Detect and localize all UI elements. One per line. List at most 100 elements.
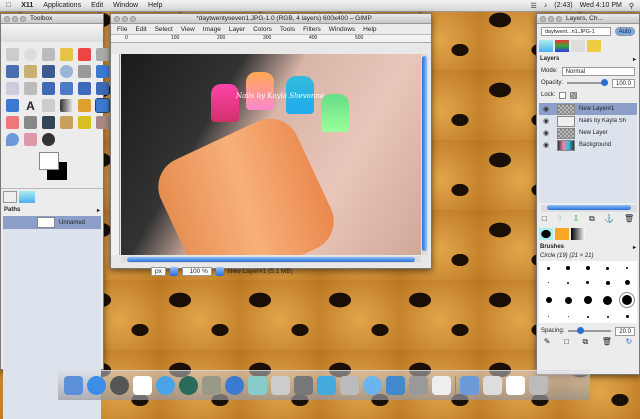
layers-hscroll[interactable] bbox=[541, 205, 637, 212]
brush-swatch[interactable] bbox=[603, 295, 613, 305]
lower-layer-icon[interactable]: ⇩ bbox=[573, 214, 580, 226]
duplicate-brush-icon[interactable]: ⧉ bbox=[582, 337, 588, 349]
rotate-tool[interactable] bbox=[42, 82, 55, 95]
mode-select[interactable]: Normal bbox=[561, 66, 635, 76]
eraser-tool[interactable] bbox=[6, 116, 19, 129]
align-tool[interactable] bbox=[6, 82, 19, 95]
tab-patterns[interactable] bbox=[555, 228, 569, 240]
auto-button[interactable]: Auto bbox=[614, 26, 635, 36]
tab-undo[interactable] bbox=[587, 40, 601, 52]
heal-tool[interactable] bbox=[78, 116, 91, 129]
stack-icon[interactable] bbox=[506, 376, 525, 395]
tab-paths[interactable] bbox=[19, 191, 35, 203]
visibility-eye-icon[interactable]: ◉ bbox=[543, 129, 553, 137]
image-canvas[interactable]: Nails by Kayla Shevonne bbox=[121, 54, 421, 255]
measure-tool[interactable] bbox=[78, 65, 91, 78]
close-button[interactable] bbox=[114, 15, 120, 22]
menu-x11[interactable]: X11 bbox=[21, 2, 33, 9]
color-picker-tool[interactable] bbox=[42, 65, 55, 78]
calendar-icon[interactable] bbox=[133, 376, 152, 395]
zoom-tool[interactable] bbox=[60, 65, 73, 78]
panel-menu-icon[interactable]: ▸ bbox=[97, 207, 100, 214]
app-icon[interactable] bbox=[409, 376, 428, 395]
fuzzy-select-tool[interactable] bbox=[60, 48, 73, 61]
path-item[interactable]: Unnamed bbox=[3, 216, 101, 229]
brush-swatch[interactable] bbox=[586, 281, 590, 284]
duplicate-layer-icon[interactable]: ⧉ bbox=[589, 214, 595, 226]
scissors-tool[interactable] bbox=[96, 48, 109, 61]
bucket-fill-tool[interactable] bbox=[42, 99, 55, 112]
zoom-field[interactable]: 100 % bbox=[181, 267, 212, 276]
app-icon[interactable] bbox=[386, 376, 405, 395]
itunes-icon[interactable] bbox=[225, 376, 244, 395]
layer-row[interactable]: ◉ Background bbox=[539, 139, 637, 151]
visibility-eye-icon[interactable]: ◉ bbox=[543, 117, 553, 125]
brush-swatch[interactable] bbox=[585, 266, 590, 270]
unit-spinner[interactable] bbox=[169, 267, 178, 276]
opacity-field[interactable]: 100.0 bbox=[611, 78, 635, 88]
menu-edit[interactable]: Edit bbox=[135, 26, 146, 33]
brush-swatch[interactable] bbox=[605, 280, 610, 285]
volume-icon[interactable]: ♪ bbox=[544, 2, 548, 10]
smudge-tool[interactable] bbox=[24, 133, 37, 146]
foreground-select-tool[interactable] bbox=[6, 65, 19, 78]
app-store-icon[interactable] bbox=[87, 376, 106, 395]
anchor-icon[interactable]: ⚓ bbox=[604, 214, 614, 226]
close-button[interactable] bbox=[4, 15, 10, 22]
paintbrush-tool[interactable] bbox=[95, 98, 110, 113]
minimize-button[interactable] bbox=[548, 15, 554, 22]
menu-help[interactable]: Help bbox=[148, 2, 162, 9]
tab-channels[interactable] bbox=[555, 40, 569, 52]
zoom-button[interactable] bbox=[130, 15, 136, 22]
brush-swatch[interactable] bbox=[626, 267, 629, 269]
move-tool[interactable] bbox=[96, 65, 109, 78]
brush-swatch[interactable] bbox=[547, 266, 551, 270]
horizontal-ruler[interactable]: 0 100 200 300 400 500 bbox=[111, 35, 431, 43]
menu-image[interactable]: Image bbox=[203, 26, 221, 33]
ink-tool[interactable] bbox=[42, 116, 55, 129]
brush-swatch[interactable] bbox=[567, 316, 569, 317]
layer-row[interactable]: ◉ New Layer#1 bbox=[539, 103, 637, 115]
brush-grid[interactable] bbox=[539, 261, 637, 323]
menu-windows[interactable]: Windows bbox=[329, 26, 355, 33]
time-machine-icon[interactable] bbox=[179, 376, 198, 395]
app-icon[interactable] bbox=[317, 376, 336, 395]
spacing-field[interactable]: 20.0 bbox=[615, 326, 635, 336]
brush-swatch[interactable] bbox=[624, 280, 630, 285]
dodge-burn-tool[interactable] bbox=[42, 133, 55, 146]
menu-filters[interactable]: Filters bbox=[303, 26, 321, 33]
minimize-button[interactable] bbox=[122, 15, 128, 22]
visibility-eye-icon[interactable]: ◉ bbox=[543, 105, 553, 113]
new-layer-icon[interactable]: □ bbox=[542, 214, 547, 226]
menu-file[interactable]: File bbox=[117, 26, 127, 33]
foreground-color[interactable] bbox=[39, 152, 59, 170]
scale-tool[interactable] bbox=[60, 82, 73, 95]
app-icon[interactable] bbox=[340, 376, 359, 395]
brush-swatch[interactable] bbox=[619, 292, 636, 308]
spacing-slider[interactable] bbox=[568, 327, 612, 334]
opacity-slider[interactable] bbox=[567, 79, 608, 86]
brush-swatch[interactable] bbox=[583, 296, 592, 304]
brush-swatch[interactable] bbox=[586, 315, 589, 318]
new-brush-icon[interactable]: □ bbox=[564, 337, 569, 349]
app-icon[interactable] bbox=[248, 376, 267, 395]
brush-swatch[interactable] bbox=[606, 315, 609, 318]
crop-tool[interactable] bbox=[24, 82, 37, 95]
menu-edit[interactable]: Edit bbox=[91, 2, 103, 9]
menu-view[interactable]: View bbox=[181, 26, 195, 33]
tab-tool-options[interactable] bbox=[3, 191, 17, 203]
lock-alpha-checkbox[interactable] bbox=[570, 91, 578, 99]
app-icon[interactable] bbox=[271, 376, 290, 395]
menu-applications[interactable]: Applications bbox=[43, 2, 81, 9]
visibility-eye-icon[interactable]: ◉ bbox=[543, 141, 553, 149]
edit-brush-icon[interactable]: ✎ bbox=[544, 337, 551, 349]
layer-row[interactable]: ◉ Nails by Kayla Sh bbox=[539, 115, 637, 127]
apple-icon[interactable]:  bbox=[6, 2, 11, 9]
perspective-clone-tool[interactable] bbox=[96, 116, 109, 129]
battery-status[interactable]: (2:43) bbox=[554, 2, 572, 10]
unit-select[interactable]: px bbox=[151, 267, 166, 276]
color-select-tool[interactable] bbox=[78, 48, 91, 61]
stack-icon[interactable] bbox=[483, 376, 502, 395]
brush-swatch[interactable] bbox=[606, 266, 610, 270]
rect-select-tool[interactable] bbox=[6, 48, 19, 61]
